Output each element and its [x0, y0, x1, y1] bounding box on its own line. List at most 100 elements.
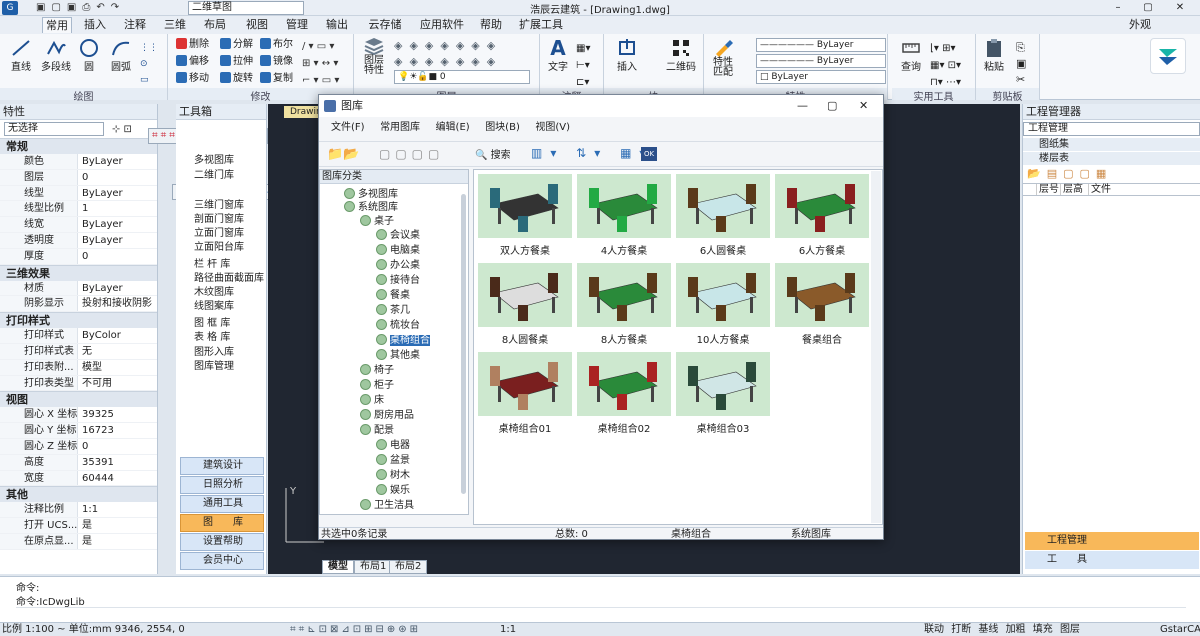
select-objects-icon[interactable]: ⊹ ⊡	[112, 124, 132, 135]
menu-file[interactable]: 文件(F)	[331, 119, 365, 137]
property-row[interactable]: 线宽 ByLayer	[0, 217, 157, 233]
ok-icon[interactable]: OK	[641, 147, 657, 161]
property-value[interactable]: ByLayer	[78, 186, 157, 201]
tree-item[interactable]: 娱乐	[376, 484, 410, 498]
erase-button[interactable]: 删除	[176, 37, 209, 52]
nav-architecture[interactable]: 建筑设计	[180, 457, 264, 475]
modify-more-icons[interactable]: / ▾ ▭ ▾ ⊞ ▾ ↔ ▾ ⌐ ▾ ▭ ▾	[302, 38, 339, 89]
tree-item[interactable]: 餐桌	[376, 289, 410, 303]
tree-item[interactable]: 椅子	[360, 364, 394, 378]
tab-layout2[interactable]: 布局2	[389, 560, 428, 574]
text-button[interactable]: A 文字	[544, 38, 572, 73]
property-value[interactable]: 1	[78, 201, 157, 216]
property-row[interactable]: 线型比例 1	[0, 201, 157, 218]
property-value[interactable]: 0	[78, 249, 157, 264]
stretch-button[interactable]: 拉伸	[220, 54, 253, 69]
property-row[interactable]: 打印表类型 不可用	[0, 375, 157, 392]
toolbox-item[interactable]: 图 框 库	[194, 317, 230, 331]
property-value[interactable]: 模型	[78, 360, 157, 375]
tab-annotate[interactable]: 注释	[120, 17, 150, 33]
nav-general-tools[interactable]: 通用工具	[180, 495, 264, 513]
close-button[interactable]: ✕	[1168, 0, 1192, 16]
drafting-toggle-icons[interactable]: ⌗⌗⊾⊡⊠⊿⊡⊞⊟⊕⊛⊞	[290, 623, 421, 636]
property-section-header[interactable]: 打印样式	[0, 312, 157, 329]
toolbox-item[interactable]: 立面阳台库	[194, 241, 244, 255]
match-properties-button[interactable]: 特性匹配	[708, 38, 738, 78]
paste-button[interactable]: 粘贴	[980, 38, 1008, 73]
tab-common[interactable]: 常用	[42, 17, 72, 33]
toggle-links[interactable]: 联动 打断 基线 加粗 填充 图层	[924, 623, 1080, 636]
property-row[interactable]: 打印样式 ByColor	[0, 328, 157, 344]
property-row[interactable]: 颜色 ByLayer	[0, 154, 157, 170]
property-value[interactable]: ByLayer	[78, 154, 157, 169]
tab-extensions[interactable]: 扩展工具	[516, 17, 566, 33]
property-value[interactable]: ByColor	[78, 328, 157, 343]
annotation-scale[interactable]: 1:1	[500, 623, 516, 636]
move-button[interactable]: 移动	[176, 71, 209, 86]
thumbnail-item[interactable]: 10人方餐桌	[676, 263, 770, 346]
rotate-button[interactable]: 旋转	[220, 71, 253, 86]
tree-item[interactable]: 床	[360, 394, 384, 408]
tree-item[interactable]: 树木	[376, 469, 410, 483]
layer-select[interactable]: 💡☀🔓■ 0	[394, 70, 530, 84]
property-row[interactable]: 图层 0	[0, 169, 157, 186]
menu-view[interactable]: 视图(V)	[535, 119, 570, 137]
tree-item[interactable]: 盆景	[376, 454, 410, 468]
annotation-more-icons[interactable]: ▦▾ ⊢▾ ⊏▾	[576, 40, 590, 91]
tree-item[interactable]: 接待台	[376, 274, 420, 288]
tab-output[interactable]: 输出	[322, 17, 352, 33]
appearance-link[interactable]: 外观	[1125, 17, 1155, 33]
thumbnail-item[interactable]: 8人圆餐桌	[478, 263, 572, 346]
property-row[interactable]: 打开 UCS... 是	[0, 518, 157, 534]
property-value[interactable]: 无	[78, 344, 157, 359]
property-value[interactable]: ByLayer	[78, 233, 157, 248]
project-select[interactable]: 工程管理	[1023, 122, 1200, 136]
layer-tool-icons[interactable]: ◈◈◈◈◈◈◈ ◈◈◈◈◈◈◈	[394, 38, 502, 70]
search-button[interactable]: 🔍 搜索	[475, 146, 511, 161]
query-button[interactable]: 查询	[898, 38, 924, 73]
property-value[interactable]: 0	[78, 439, 157, 454]
thumbnail-item[interactable]: 桌椅组合01	[478, 352, 572, 435]
tree-item[interactable]: 桌椅组合	[376, 334, 430, 348]
tab-cloud[interactable]: 云存储	[364, 17, 406, 33]
toolbox-item[interactable]: 路径曲面截面库	[194, 272, 264, 286]
tree-item[interactable]: 厨房用品	[360, 409, 414, 423]
draw-more-icons[interactable]: ⋮⋮ ⊙ ▭	[140, 40, 158, 88]
command-input[interactable]	[16, 607, 1186, 621]
folder-icons[interactable]: 📁📂	[327, 147, 359, 162]
tree-item[interactable]: 系统图库	[344, 201, 398, 215]
insert-block-button[interactable]: 插入	[612, 38, 642, 73]
cloud-logo-icon[interactable]	[1150, 38, 1186, 74]
offset-button[interactable]: 偏移	[176, 54, 209, 69]
edit-tool-icons[interactable]: ▢▢▢▢	[379, 147, 444, 161]
arc-button[interactable]: 圆弧	[106, 38, 136, 73]
explode-button[interactable]: 分解	[220, 37, 253, 52]
tree-item[interactable]: 卫生洁具	[360, 499, 414, 513]
property-section-header[interactable]: 其他	[0, 486, 157, 503]
maximize-button[interactable]: ▢	[1136, 0, 1160, 16]
tab-layout1[interactable]: 布局1	[354, 560, 393, 574]
toolbox-item[interactable]: 表 格 库	[194, 331, 230, 345]
property-row[interactable]: 圆心 X 坐标 39325	[0, 407, 157, 424]
toolbox-item[interactable]: 栏 杆 库	[194, 258, 230, 272]
copy-button[interactable]: 复制	[260, 71, 293, 86]
menu-common-library[interactable]: 常用图库	[380, 119, 420, 137]
drawing-set-section[interactable]: 图纸集	[1023, 138, 1200, 151]
property-value[interactable]: 1:1	[78, 502, 157, 517]
nav-settings-help[interactable]: 设置帮助	[180, 533, 264, 551]
property-section-header[interactable]: 视图	[0, 391, 157, 408]
toolbox-item[interactable]: 剖面门窗库	[194, 213, 244, 227]
thumbnail-item[interactable]: 餐桌组合	[775, 263, 869, 346]
color-select[interactable]: —————— ByLayer	[756, 38, 886, 52]
toolbox-item[interactable]: 多视图库	[194, 154, 234, 168]
nav-library[interactable]: 图 库	[180, 514, 264, 532]
utilities-more-icons[interactable]: ⌊▾ ⊞▾ ▦▾ ⊡▾ ⊓▾ ⋯▾	[930, 40, 961, 91]
property-row[interactable]: 圆心 Y 坐标 16723	[0, 423, 157, 439]
property-row[interactable]: 阴影显示 投射和接收阴影	[0, 296, 157, 313]
qrcode-button[interactable]: 二维码	[664, 38, 698, 73]
pm-tab-project[interactable]: 工程管理	[1025, 532, 1199, 550]
tab-apps[interactable]: 应用软件	[416, 17, 468, 33]
thumbnail-item[interactable]: 桌椅组合03	[676, 352, 770, 435]
toolbox-item[interactable]: 图库管理	[194, 360, 234, 374]
minimize-button[interactable]: –	[1106, 0, 1130, 16]
